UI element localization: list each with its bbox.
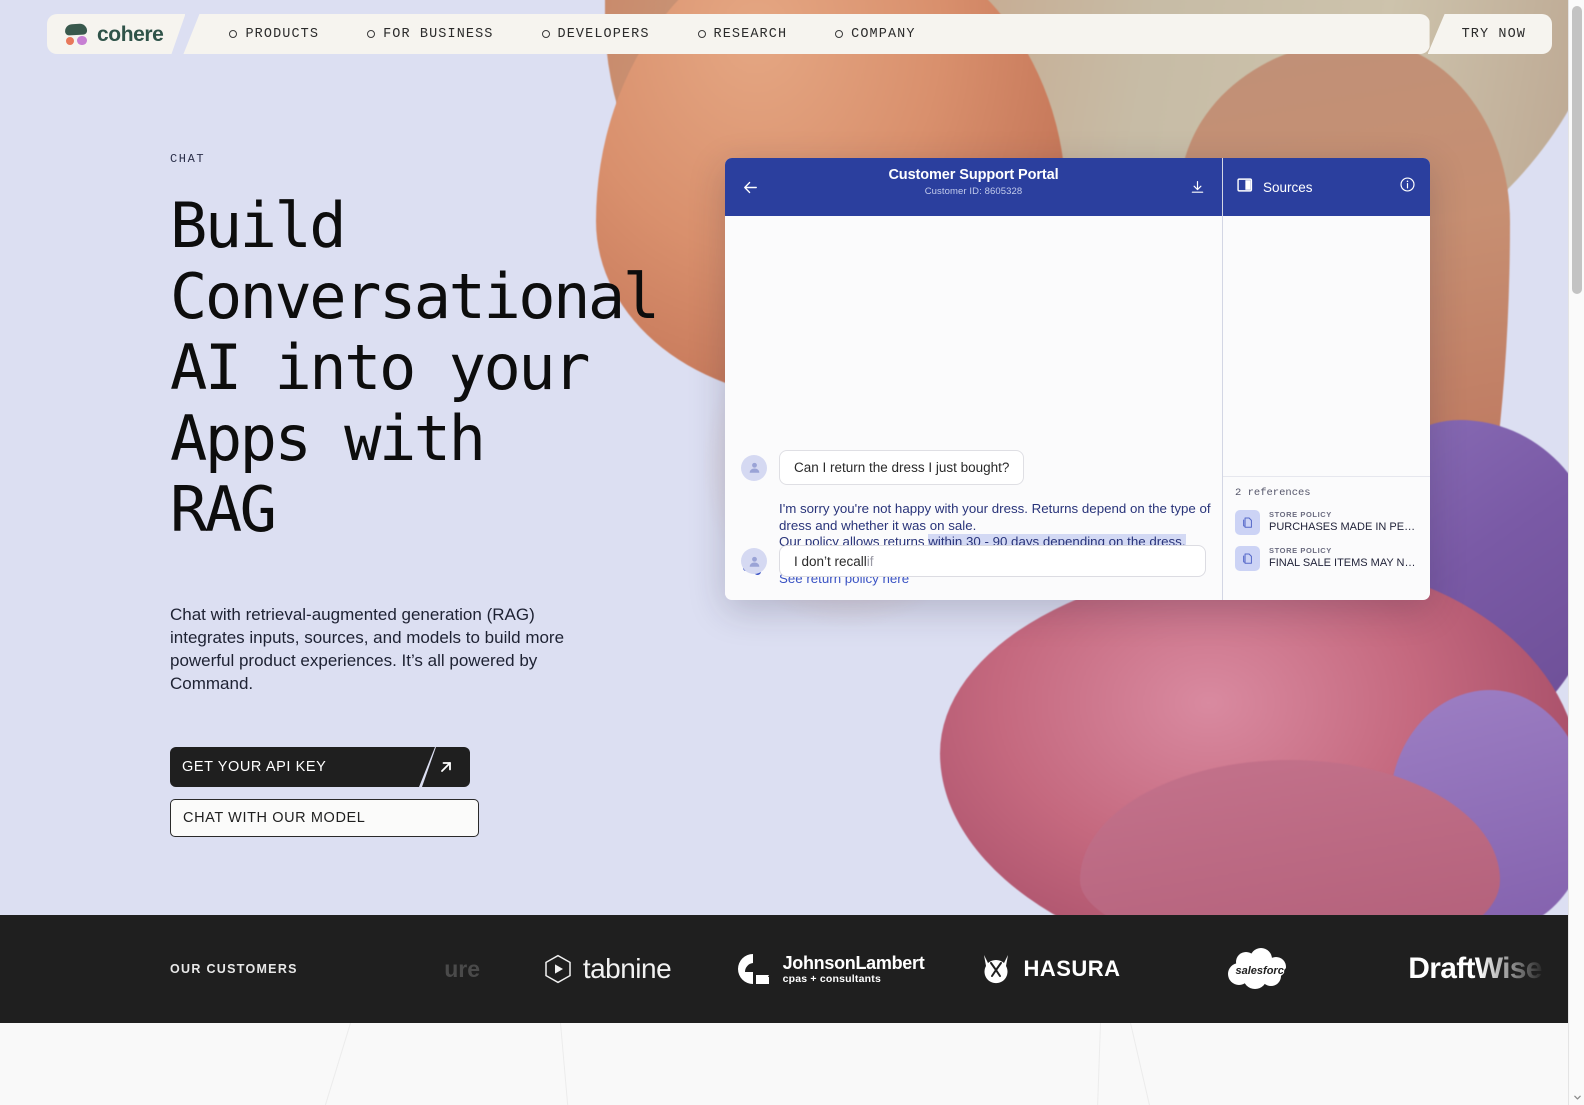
accenture-logo-partial: ure <box>444 955 480 982</box>
nav-item-label: FOR BUSINESS <box>383 26 494 42</box>
chevron-down-icon[interactable] <box>1569 1089 1584 1105</box>
reference-title: FINAL SALE ITEMS MAY N… <box>1269 557 1416 569</box>
cohere-wordmark: cohere <box>97 22 164 46</box>
chat-pane: Customer Support Portal Customer ID: 860… <box>725 158 1222 600</box>
try-now-button[interactable]: TRY NOW <box>1427 14 1552 54</box>
list-item[interactable]: STORE POLICY PURCHASES MADE IN PE… <box>1235 510 1418 535</box>
nav-item-research[interactable]: RESEARCH <box>697 26 788 42</box>
cohere-logo[interactable]: cohere <box>47 14 185 54</box>
chat-with-model-button[interactable]: CHAT WITH OUR MODEL <box>170 799 479 837</box>
chat-header: Customer Support Portal Customer ID: 860… <box>725 158 1222 216</box>
scrollbar-thumb[interactable] <box>1572 6 1582 294</box>
johnson-lambert-mark-icon <box>737 954 769 984</box>
hero-content: CHAT Build Conversational AI into your A… <box>170 152 710 837</box>
eyebrow-label: CHAT <box>170 152 206 166</box>
next-section <box>0 1023 1568 1105</box>
tabnine-logo: tabnine <box>500 915 715 1023</box>
document-icon <box>1235 510 1260 535</box>
page-root: cohere PRODUCTS FOR BUSINESS DEVELOPERS … <box>0 0 1568 1105</box>
salesforce-logo: salesforce <box>1155 915 1360 1023</box>
nav-item-label: COMPANY <box>851 26 916 42</box>
nav-item-for-business[interactable]: FOR BUSINESS <box>367 27 493 42</box>
customers-label: OUR CUSTOMERS <box>170 962 298 976</box>
sources-body: 2 references STORE POLICY PURCHASES MADE… <box>1223 216 1430 600</box>
references-list: 2 references STORE POLICY PURCHASES MADE… <box>1223 476 1430 582</box>
chat-input[interactable]: I don’t recall if <box>779 545 1206 577</box>
user-avatar-icon <box>741 548 767 574</box>
document-icon <box>1235 546 1260 571</box>
chat-messages: Can I return the dress I just bought? I'… <box>725 216 1222 600</box>
try-now-label: TRY NOW <box>1461 26 1526 42</box>
chat-input-value: I don’t recall <box>794 553 867 569</box>
nav-item-label: DEVELOPERS <box>557 26 650 42</box>
circle-icon <box>541 30 550 38</box>
main-navbar: cohere PRODUCTS FOR BUSINESS DEVELOPERS … <box>0 0 1568 68</box>
decorative-line <box>1095 1023 1101 1105</box>
browser-scrollbar[interactable] <box>1568 0 1584 1105</box>
get-api-key-button[interactable]: GET YOUR API KEY <box>170 747 435 787</box>
message-user: Can I return the dress I just bought? <box>741 450 1025 485</box>
download-icon[interactable] <box>1189 179 1206 196</box>
references-count: 2 references <box>1235 487 1311 499</box>
nav-links: PRODUCTS FOR BUSINESS DEVELOPERS RESEARC… <box>183 14 1430 54</box>
sources-pane: Sources 2 references STORE POLICY PURCHA… <box>1222 158 1430 600</box>
circle-icon <box>835 30 844 38</box>
circle-icon <box>697 30 706 38</box>
hero-description: Chat with retrieval-augmented generation… <box>170 605 565 693</box>
johnson-lambert-logo: JohnsonLambert cpas + consultants <box>715 915 945 1023</box>
info-circle-icon[interactable] <box>1399 176 1416 198</box>
nav-item-label: PRODUCTS <box>245 26 320 42</box>
decorative-line <box>1130 1023 1158 1105</box>
nav-item-developers[interactable]: DEVELOPERS <box>541 26 650 42</box>
chat-composer: I don’t recall if <box>741 545 1206 577</box>
customers-marquee: ure tabnine JohnsonLambert cpas + consul… <box>270 915 1568 1023</box>
decorative-line <box>314 1023 351 1105</box>
reference-title: PURCHASES MADE IN PE… <box>1269 521 1416 533</box>
panel-icon <box>1237 177 1253 198</box>
user-message-text: Can I return the dress I just bought? <box>779 450 1025 485</box>
assistant-line-1: I'm sorry you're not happy with your dre… <box>779 501 1211 533</box>
customer-id: Customer ID: 8605328 <box>924 186 1023 197</box>
customers-strip: OUR CUSTOMERS ure tabnine JohnsonLambert… <box>0 915 1568 1023</box>
hasura-logo: HASURA <box>945 915 1155 1023</box>
circle-icon <box>367 30 376 38</box>
circle-icon <box>229 30 238 38</box>
arrow-left-icon[interactable] <box>741 178 760 197</box>
hasura-mark-icon <box>984 955 1009 984</box>
hero-cta-group: GET YOUR API KEY CHAT WITH OUR MODEL <box>170 747 710 837</box>
decorative-line <box>560 1023 572 1105</box>
chat-widget: Customer Support Portal Customer ID: 860… <box>725 158 1430 600</box>
sources-header: Sources <box>1223 158 1430 216</box>
tabnine-mark-icon <box>545 954 571 984</box>
nav-item-company[interactable]: COMPANY <box>835 27 915 42</box>
reference-kicker: STORE POLICY <box>1269 546 1332 555</box>
draftwise-logo: DraftWise <box>1408 952 1542 985</box>
reference-kicker: STORE POLICY <box>1269 510 1332 519</box>
cohere-logo-icon <box>65 24 89 45</box>
chat-input-suggestion: if <box>866 553 874 569</box>
nav-item-products[interactable]: PRODUCTS <box>229 27 319 42</box>
page-title: Build Conversational AI into your Apps w… <box>170 189 660 546</box>
sources-title: Sources <box>1263 179 1313 195</box>
list-item[interactable]: STORE POLICY FINAL SALE ITEMS MAY N… <box>1235 546 1418 571</box>
chat-title: Customer Support Portal <box>888 167 1059 183</box>
nav-item-label: RESEARCH <box>713 26 788 42</box>
user-avatar-icon <box>741 454 767 481</box>
